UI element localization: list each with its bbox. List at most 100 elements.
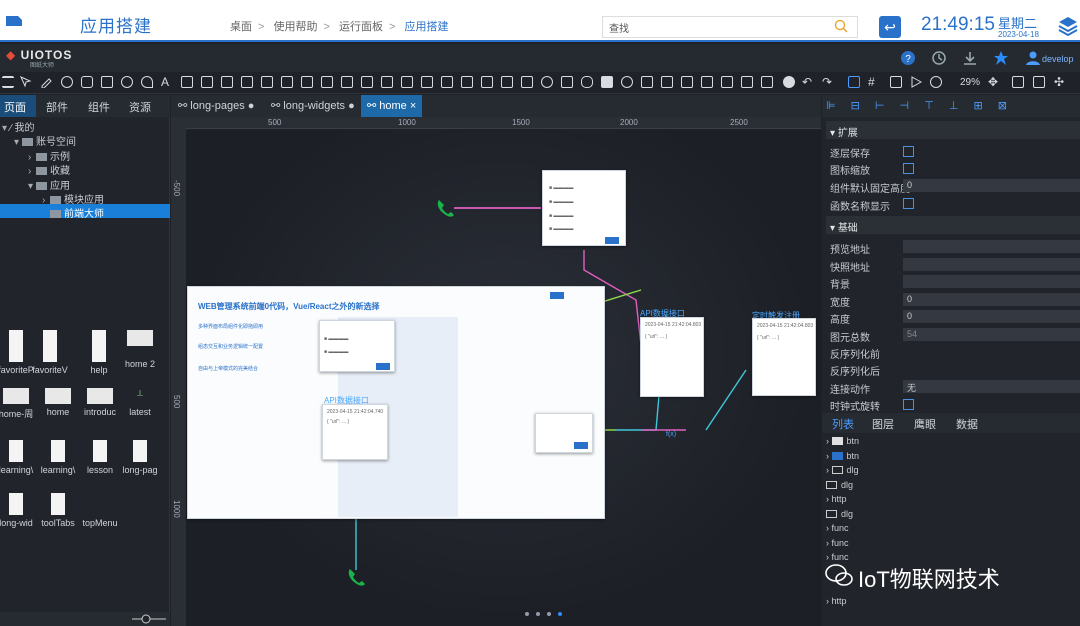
list-tool-icon[interactable]	[341, 76, 353, 88]
save-icon[interactable]	[890, 76, 902, 88]
breadcrumb-help[interactable]: 使用帮助	[274, 21, 318, 33]
tree-item-examples[interactable]: › 示例	[28, 148, 70, 163]
pager-dot[interactable]	[558, 612, 562, 616]
prop-value[interactable]	[903, 275, 1080, 288]
text-tool-icon[interactable]: A	[161, 76, 173, 88]
help-tool-icon[interactable]	[783, 76, 795, 88]
zoom-level[interactable]: 29%	[960, 77, 980, 88]
tree-tool-icon[interactable]	[321, 76, 333, 88]
picture-tool-icon[interactable]	[481, 76, 493, 88]
input-tool-icon[interactable]	[361, 76, 373, 88]
circle-tool-icon[interactable]	[61, 76, 73, 88]
prop-select[interactable]: 无	[903, 380, 1080, 393]
pointer-icon[interactable]	[20, 76, 32, 88]
pager-dot[interactable]	[547, 612, 551, 616]
prop-value[interactable]: 0	[903, 179, 1080, 192]
copy-icon[interactable]	[701, 76, 713, 88]
refresh-icon[interactable]	[930, 76, 942, 88]
thumb-item[interactable]: home-周	[0, 388, 38, 420]
rounded-rect-icon[interactable]	[81, 76, 93, 88]
search-icon[interactable]	[834, 19, 848, 33]
fullscreen-icon[interactable]	[1012, 76, 1024, 88]
thumb-item[interactable]: long-pag	[118, 440, 162, 475]
list-item[interactable]: › http	[826, 494, 847, 504]
window-icon[interactable]	[1033, 76, 1045, 88]
photo-tool-icon[interactable]	[501, 76, 513, 88]
tab-home[interactable]: ⚯ home ×	[361, 95, 423, 117]
user-icon[interactable]	[1025, 50, 1041, 66]
thumb-item[interactable]: home	[36, 388, 80, 417]
thumb-item[interactable]: ⟂ latest	[118, 388, 162, 417]
list-item[interactable]: dlg	[826, 480, 853, 490]
widget-tool-icon[interactable]	[261, 76, 273, 88]
list-item[interactable]: › func	[826, 523, 849, 533]
pager-dot[interactable]	[525, 612, 529, 616]
thumb-item[interactable]: home 2	[118, 330, 162, 369]
list-item[interactable]: › func	[826, 552, 849, 562]
tab-long-pages[interactable]: ⚯ long-pages ●	[172, 95, 260, 117]
list-item[interactable]: › btn	[826, 436, 859, 446]
tree-item-account[interactable]: ▾ 账号空间	[14, 133, 76, 148]
play-icon[interactable]	[910, 76, 923, 88]
grid-toggle-icon[interactable]: #	[868, 76, 880, 88]
phone-icon[interactable]	[344, 566, 366, 588]
back-button[interactable]: ↩	[879, 16, 901, 38]
tab-layers[interactable]: 图层	[872, 416, 894, 432]
thumb-item[interactable]: introduc	[78, 388, 122, 417]
move-icon[interactable]: ✥	[988, 76, 1000, 88]
dialog-node[interactable]: ■ ▬▬▬▬ ■ ▬▬▬▬ ■ ▬▬▬▬ ■ ▬▬▬▬	[542, 170, 626, 246]
tree-item-frontend-master[interactable]: 前端大师	[42, 205, 104, 220]
history-icon[interactable]	[931, 50, 947, 66]
menu-icon[interactable]	[2, 76, 14, 88]
thumb-item[interactable]: lesson	[78, 440, 122, 475]
combo-tool-icon[interactable]	[401, 76, 413, 88]
zoom-slider[interactable]	[132, 614, 166, 624]
star-icon[interactable]	[993, 50, 1009, 66]
pen-icon[interactable]	[40, 76, 52, 89]
gallery-tool-icon[interactable]	[521, 76, 533, 88]
prop-checkbox[interactable]	[903, 146, 914, 157]
paste-icon[interactable]	[721, 76, 733, 88]
list-item[interactable]: › func	[826, 538, 849, 548]
page-icon[interactable]	[761, 76, 773, 88]
form-tool-icon[interactable]	[641, 76, 653, 88]
prop-value[interactable]: 0	[903, 293, 1080, 306]
table-tool-icon[interactable]	[281, 76, 293, 88]
prop-value[interactable]	[903, 258, 1080, 271]
arc-icon[interactable]	[141, 76, 153, 88]
panel-tool-icon[interactable]	[461, 76, 473, 88]
shape-tool-icon[interactable]	[241, 76, 253, 88]
chart-tool-icon[interactable]	[221, 76, 233, 88]
radio-tool-icon[interactable]	[621, 76, 633, 88]
tab-parts[interactable]: 部件	[46, 99, 68, 115]
thumb-item[interactable]: topMenu	[78, 493, 122, 528]
grid-view-icon[interactable]	[421, 76, 433, 88]
layers-icon[interactable]	[1058, 15, 1078, 37]
section-extension[interactable]: ▾ 扩展	[826, 121, 1080, 139]
tab-pages[interactable]: 页面	[0, 95, 36, 117]
tree-item-apps[interactable]: ▾ 应用	[28, 177, 70, 192]
download-icon[interactable]	[962, 50, 978, 66]
image-tool-icon[interactable]	[181, 76, 193, 88]
prop-value[interactable]	[903, 240, 1080, 253]
list-item[interactable]: › http	[826, 596, 847, 606]
tree-item-mine[interactable]: ▾ ⁄ 我的	[2, 119, 34, 134]
textarea-tool-icon[interactable]	[381, 76, 393, 88]
tab-components[interactable]: 组件	[88, 99, 110, 115]
fit-icon[interactable]	[848, 76, 860, 88]
tab-list[interactable]: 列表	[832, 416, 854, 432]
tab-resources[interactable]: 资源	[129, 99, 151, 115]
thumb-item[interactable]: long-wid	[0, 493, 38, 528]
toggle-tool-icon[interactable]	[581, 76, 593, 88]
thumb-item[interactable]: learning\	[36, 440, 80, 475]
help-icon[interactable]: ?	[900, 50, 916, 66]
tree-item-favorites[interactable]: › 收藏	[28, 162, 70, 177]
tab-long-widgets[interactable]: ⚯ long-widgets ●	[265, 95, 361, 117]
pager-dot[interactable]	[536, 612, 540, 616]
document-icon[interactable]	[741, 76, 753, 88]
bar-chart-tool-icon[interactable]	[661, 76, 673, 88]
close-icon[interactable]: ×	[410, 100, 416, 112]
calendar-tool-icon[interactable]	[561, 76, 573, 88]
thumb-item[interactable]: help	[77, 330, 121, 375]
tree-item-module-apps[interactable]: › 模块应用	[42, 191, 104, 206]
